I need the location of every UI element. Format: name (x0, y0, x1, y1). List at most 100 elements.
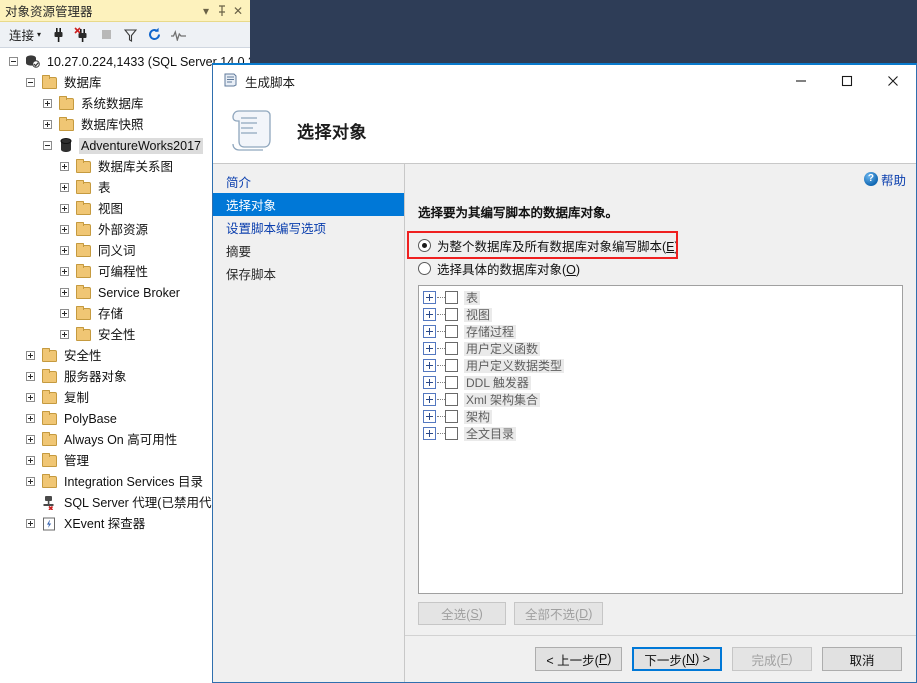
radio-mark[interactable] (418, 238, 431, 252)
expand-toggle-icon[interactable] (423, 359, 436, 372)
folder-icon (74, 242, 92, 259)
database-icon (57, 138, 75, 154)
expand-toggle-icon[interactable] (57, 180, 72, 195)
connect-icon[interactable] (47, 25, 69, 45)
expand-toggle-icon[interactable] (23, 432, 38, 447)
script-icon (222, 72, 239, 91)
object-list-item[interactable]: Xml 架构集合 (423, 391, 902, 408)
dialog-nav-item-4[interactable]: 保存脚本 (213, 262, 404, 285)
radio-mark[interactable] (418, 261, 431, 275)
expand-toggle-icon[interactable] (23, 516, 38, 531)
tree-node-label: Always On 高可用性 (64, 432, 178, 447)
folder-icon (74, 284, 92, 301)
expand-toggle-icon[interactable] (423, 291, 436, 304)
expand-toggle-icon[interactable] (57, 306, 72, 321)
dialog-nav-item-0[interactable]: 简介 (213, 170, 404, 193)
checkbox[interactable] (445, 308, 458, 321)
checkbox[interactable] (445, 427, 458, 440)
minimize-icon[interactable] (778, 65, 824, 97)
help-link[interactable]: ? 帮助 (863, 170, 906, 189)
maximize-icon[interactable] (824, 65, 870, 97)
dialog-title: 生成脚本 (245, 75, 296, 90)
expand-toggle-icon[interactable] (23, 390, 38, 405)
tree-node-label: 外部资源 (98, 222, 149, 237)
dialog-nav-item-2[interactable]: 设置脚本编写选项 (213, 216, 404, 239)
dropdown-icon[interactable]: ▾ (198, 2, 214, 20)
object-list-item[interactable]: 用户定义数据类型 (423, 357, 902, 374)
expand-toggle-icon[interactable] (23, 369, 38, 384)
tree-node-label: 数据库 (64, 75, 102, 90)
expand-toggle-icon[interactable] (57, 285, 72, 300)
radio-option-0[interactable]: 为整个数据库及所有数据库对象编写脚本(E) (418, 235, 916, 255)
collapse-toggle-icon[interactable] (23, 75, 38, 90)
tree-node-label: 数据库关系图 (98, 159, 174, 174)
object-list-item[interactable]: 视图 (423, 306, 902, 323)
object-list-item[interactable]: 存储过程 (423, 323, 902, 340)
expand-toggle-icon[interactable] (23, 474, 38, 489)
expand-toggle-icon[interactable] (40, 117, 55, 132)
object-list-item[interactable]: 全文目录 (423, 425, 902, 442)
checkbox[interactable] (445, 410, 458, 423)
deselect-all-button: 全部不选(D) (514, 602, 604, 625)
expand-toggle-icon[interactable] (40, 96, 55, 111)
connect-button[interactable]: 连接 ▾ (5, 23, 45, 46)
expand-toggle-icon[interactable] (57, 159, 72, 174)
expand-toggle-icon[interactable] (23, 411, 38, 426)
tree-node-label: SQL Server 代理(已禁用代理 (64, 495, 224, 510)
dialog-nav-item-3[interactable]: 摘要 (213, 239, 404, 262)
expand-toggle-icon[interactable] (423, 308, 436, 321)
expand-toggle-icon[interactable] (423, 427, 436, 440)
folder-icon (74, 179, 92, 196)
expand-toggle-icon[interactable] (23, 453, 38, 468)
object-list-item[interactable]: 架构 (423, 408, 902, 425)
dialog-nav-list[interactable]: 简介 选择对象 设置脚本编写选项 摘要 保存脚本 (213, 164, 405, 682)
previous-button[interactable]: < 上一步(P) (535, 647, 623, 671)
disconnect-icon[interactable] (71, 25, 93, 45)
close-icon[interactable]: ✕ (230, 2, 246, 20)
expand-toggle-icon[interactable] (23, 348, 38, 363)
expand-toggle-icon[interactable] (423, 393, 436, 406)
collapse-toggle-icon[interactable] (6, 54, 21, 69)
expand-toggle-icon[interactable] (57, 201, 72, 216)
tree-line (437, 427, 445, 440)
radio-label: 选择具体的数据库对象(O) (437, 262, 581, 277)
collapse-toggle-icon[interactable] (40, 138, 55, 153)
expand-toggle-icon[interactable] (423, 325, 436, 338)
object-explorer-title: 对象资源管理器 (5, 5, 93, 19)
expand-toggle-icon[interactable] (57, 243, 72, 258)
object-list-item-label: 架构 (464, 409, 493, 424)
tree-node-label: Integration Services 目录 (64, 474, 203, 489)
next-button[interactable]: 下一步(N) > (632, 647, 722, 671)
checkbox[interactable] (445, 393, 458, 406)
filter-icon[interactable] (119, 25, 141, 45)
expand-toggle-icon[interactable] (57, 264, 72, 279)
checkbox[interactable] (445, 325, 458, 338)
activity-monitor-icon[interactable] (167, 25, 189, 45)
object-list-item-label: 视图 (464, 307, 493, 322)
tree-line (437, 342, 445, 355)
checkbox[interactable] (445, 359, 458, 372)
close-icon[interactable] (870, 65, 916, 97)
checkbox[interactable] (445, 291, 458, 304)
radio-option-1[interactable]: 选择具体的数据库对象(O) (418, 258, 916, 278)
object-list-item[interactable]: 用户定义函数 (423, 340, 902, 357)
expand-toggle-icon[interactable] (57, 222, 72, 237)
dialog-header: 选择对象 (213, 97, 916, 164)
pin-icon[interactable] (214, 2, 230, 20)
expand-toggle-icon[interactable] (423, 410, 436, 423)
tree-node-label: 可编程性 (98, 264, 149, 279)
tree-node-label: XEvent 探查器 (64, 516, 146, 531)
folder-icon (40, 368, 58, 385)
expand-toggle-icon[interactable] (423, 342, 436, 355)
object-list-item[interactable]: 表 (423, 289, 902, 306)
checkbox[interactable] (445, 342, 458, 355)
cancel-button[interactable]: 取消 (822, 647, 902, 671)
expand-toggle-icon[interactable] (423, 376, 436, 389)
object-list-item[interactable]: DDL 触发器 (423, 374, 902, 391)
expand-toggle-icon[interactable] (57, 327, 72, 342)
refresh-icon[interactable] (143, 25, 165, 45)
database-object-list[interactable]: 表视图 存储过程 用户定义函数 用户定义数据类型 DDL 触发器 Xml 架构集合 架构 全文… (418, 285, 903, 594)
dialog-nav-item-1[interactable]: 选择对象 (213, 193, 404, 216)
folder-icon (74, 326, 92, 343)
checkbox[interactable] (445, 376, 458, 389)
